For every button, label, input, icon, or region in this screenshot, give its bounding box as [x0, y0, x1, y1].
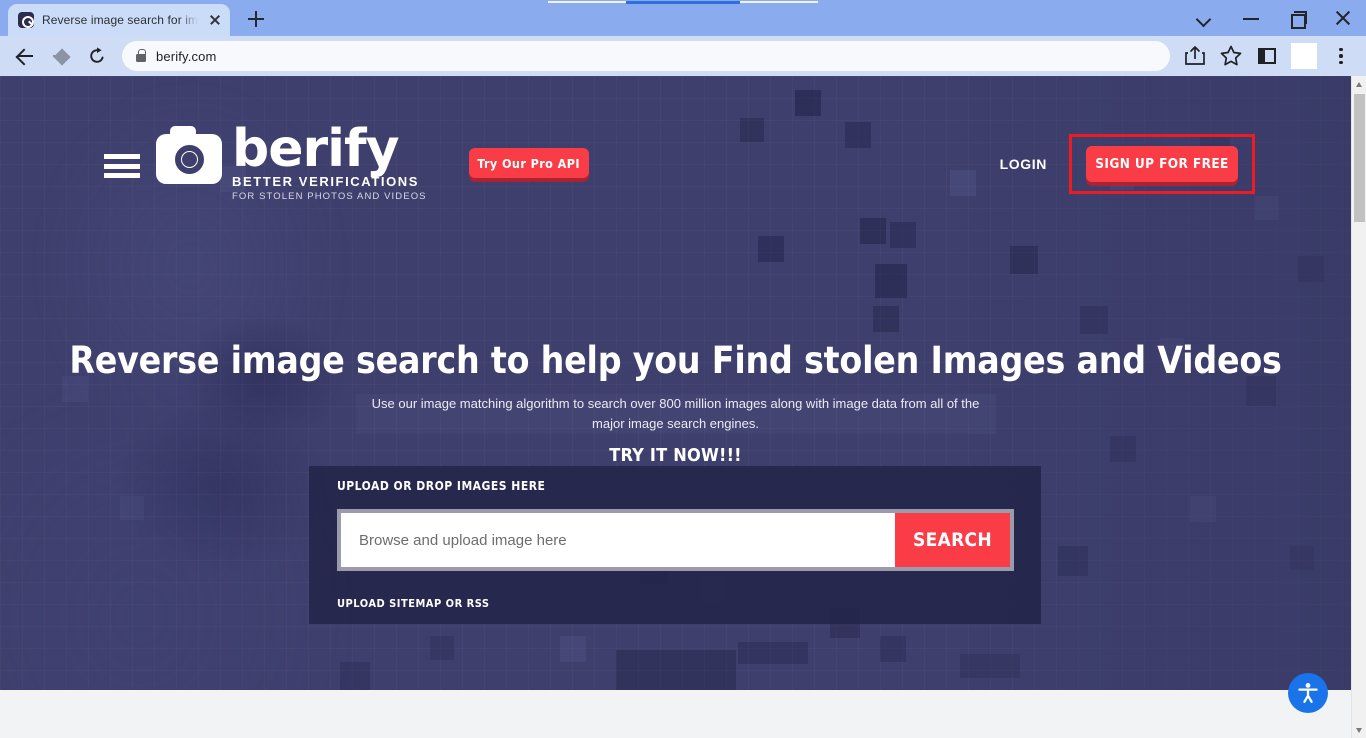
star-icon[interactable] — [1214, 39, 1248, 73]
scroll-down-arrow-icon[interactable] — [1352, 722, 1366, 738]
reload-icon[interactable] — [80, 39, 114, 73]
browser-tab[interactable]: Reverse image search for images — [8, 4, 230, 36]
maximize-icon[interactable] — [1274, 2, 1320, 34]
search-button[interactable]: SEARCH — [895, 513, 1010, 567]
page-viewport: berify BETTER VERIFICATIONS FOR STOLEN P… — [0, 76, 1366, 738]
browser-window: Reverse image search for images berify.c… — [0, 0, 1366, 738]
accessibility-person-icon[interactable] — [1288, 673, 1328, 713]
upload-panel-label: UPLOAD OR DROP IMAGES HERE — [337, 479, 546, 493]
hero-content: Reverse image search to help you Find st… — [0, 76, 1351, 466]
arrow-forward-icon[interactable] — [44, 39, 78, 73]
plus-icon[interactable] — [242, 5, 270, 33]
search-input[interactable] — [341, 513, 895, 567]
lock-icon — [136, 48, 146, 62]
window-controls — [1182, 0, 1366, 36]
chevron-down-icon[interactable] — [1182, 2, 1228, 34]
address-bar[interactable]: berify.com — [122, 41, 1170, 71]
minimize-icon[interactable] — [1228, 2, 1274, 34]
three-dot-menu-icon[interactable] — [1324, 39, 1358, 73]
page-title: Reverse image search to help you Find st… — [69, 339, 1282, 382]
tab-strip: Reverse image search for images — [0, 0, 1366, 36]
berify-logo-icon — [18, 12, 34, 28]
browser-toolbar: berify.com — [0, 36, 1366, 76]
url-text: berify.com — [156, 48, 217, 64]
page-scrollbar[interactable] — [1351, 76, 1366, 738]
hero-subtext: Use our image matching algorithm to sear… — [355, 393, 996, 434]
search-bar: SEARCH — [337, 509, 1014, 571]
close-icon[interactable] — [1320, 2, 1366, 34]
scrollbar-thumb[interactable] — [1354, 94, 1365, 222]
tab-title: Reverse image search for images — [42, 13, 198, 27]
upload-search-panel: UPLOAD OR DROP IMAGES HERE SEARCH UPLOAD… — [309, 466, 1041, 624]
upload-sitemap-link[interactable]: UPLOAD SITEMAP OR RSS — [337, 597, 490, 610]
close-icon[interactable] — [206, 11, 224, 29]
scroll-up-arrow-icon[interactable] — [1352, 76, 1366, 92]
side-panel-icon[interactable] — [1250, 39, 1284, 73]
hero-cta-text: TRY IT NOW!!! — [609, 444, 742, 466]
arrow-back-icon[interactable] — [8, 39, 42, 73]
share-icon[interactable] — [1178, 39, 1212, 73]
profile-square-icon[interactable] — [1291, 43, 1317, 69]
